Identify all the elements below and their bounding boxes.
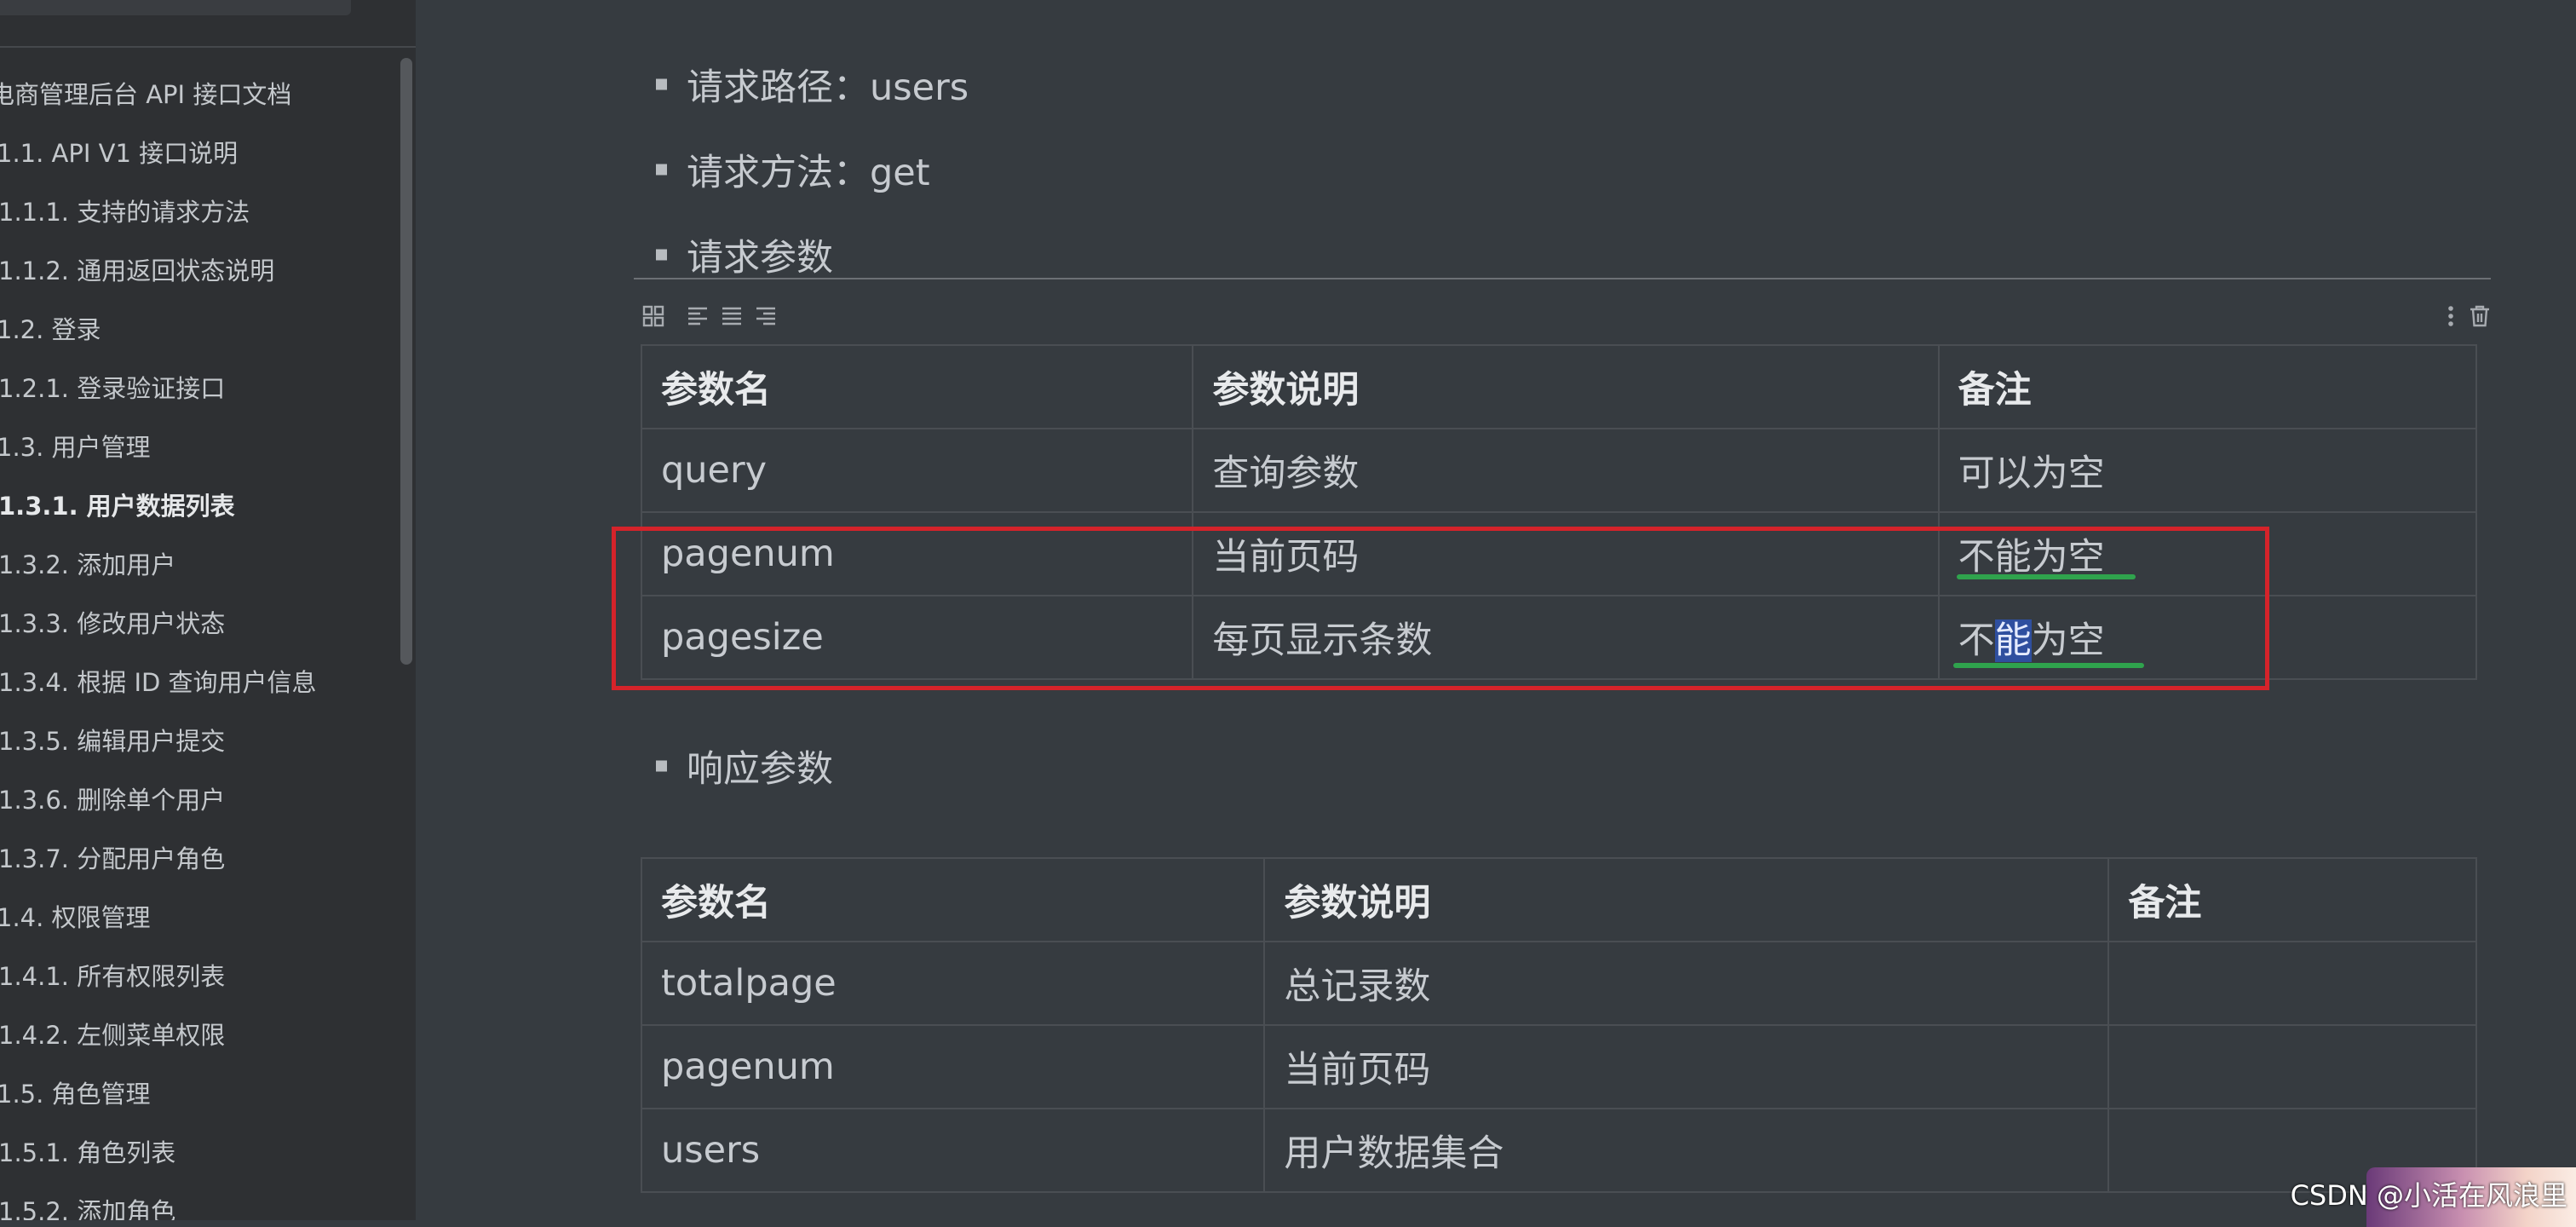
- table-header-row: 参数名 参数说明 备注: [640, 344, 2478, 429]
- align-center-icon[interactable]: [719, 303, 745, 329]
- outline-item[interactable]: 1.4.1. 所有权限列表: [0, 950, 392, 1009]
- align-left-icon[interactable]: [685, 303, 710, 329]
- sidebar-divider: [0, 46, 416, 48]
- outline-item[interactable]: 1.1. API V1 接口说明: [0, 127, 392, 186]
- outline-item[interactable]: 1.5.2. 添加角色: [0, 1185, 392, 1220]
- outline-item-active[interactable]: 1.3.1. 用户数据列表: [0, 480, 392, 539]
- cell-param-desc[interactable]: 当前页码: [1263, 1024, 2110, 1109]
- outline-item[interactable]: 1.1.1. 支持的请求方法: [0, 186, 392, 245]
- red-annotation-box: [612, 527, 2269, 690]
- cell-param-desc[interactable]: 总记录数: [1263, 941, 2110, 1026]
- csdn-watermark: CSDN @小活在风浪里: [2290, 1179, 2567, 1212]
- outline-item[interactable]: 1.3.7. 分配用户角色: [0, 832, 392, 891]
- header-param-name: 参数名: [640, 344, 1194, 429]
- cell-note[interactable]: [2107, 941, 2477, 1026]
- outline-item[interactable]: 1.3.2. 添加用户: [0, 539, 392, 597]
- outline-item[interactable]: 1.1.2. 通用返回状态说明: [0, 245, 392, 303]
- outline-item[interactable]: 1.3. 用户管理: [0, 421, 392, 480]
- cell-param-name[interactable]: query: [640, 428, 1194, 513]
- outline-item[interactable]: 1.3.6. 删除单个用户: [0, 774, 392, 832]
- align-right-icon[interactable]: [753, 303, 779, 329]
- cell-param-name[interactable]: pagenum: [640, 1024, 1266, 1109]
- outline-item[interactable]: 1.5.1. 角色列表: [0, 1126, 392, 1185]
- header-note: 备注: [1937, 344, 2478, 429]
- table-toolbar: [641, 300, 2491, 332]
- outline-item[interactable]: 1.3.3. 修改用户状态: [0, 597, 392, 656]
- cell-param-desc[interactable]: 用户数据集合: [1263, 1108, 2110, 1193]
- table-row: pagenum 当前页码: [640, 1024, 2477, 1109]
- sidebar-search-box[interactable]: [0, 0, 351, 15]
- cell-param-name[interactable]: totalpage: [640, 941, 1266, 1026]
- sidebar-outline: 电商管理后台 API 接口文档 1.1. API V1 接口说明 1.1.1. …: [0, 0, 416, 1220]
- cell-param-name[interactable]: users: [640, 1108, 1266, 1193]
- header-note: 备注: [2107, 857, 2477, 942]
- outline-item[interactable]: 1.2.1. 登录验证接口: [0, 362, 392, 421]
- editor-divider: [634, 278, 2491, 279]
- outline-item[interactable]: 电商管理后台 API 接口文档: [0, 68, 392, 127]
- table-header-row: 参数名 参数说明 备注: [640, 857, 2477, 942]
- cell-note[interactable]: [2107, 1024, 2477, 1109]
- table-row: users 用户数据集合: [640, 1108, 2477, 1193]
- table-row: totalpage 总记录数: [640, 941, 2477, 1026]
- header-param-name: 参数名: [640, 857, 1266, 942]
- table-grid-icon[interactable]: [641, 303, 666, 329]
- cell-param-desc[interactable]: 查询参数: [1192, 428, 1940, 513]
- outline-list: 电商管理后台 API 接口文档 1.1. API V1 接口说明 1.1.1. …: [0, 68, 392, 1220]
- outline-item[interactable]: 1.3.4. 根据 ID 查询用户信息: [0, 656, 392, 715]
- table-row: query 查询参数 可以为空: [640, 428, 2478, 513]
- bullet-request-params: 请求参数: [687, 228, 833, 281]
- outline-item[interactable]: 1.4.2. 左侧菜单权限: [0, 1009, 392, 1068]
- trash-icon[interactable]: [2467, 303, 2493, 329]
- document-content: 请求路径：users 请求方法：get 请求参数 参数名 参数说明 备注 que…: [416, 0, 2576, 1220]
- header-param-desc: 参数说明: [1263, 857, 2110, 942]
- cell-note[interactable]: 可以为空: [1937, 428, 2478, 513]
- more-vertical-icon[interactable]: [2438, 303, 2464, 329]
- bullet-response-params: 响应参数: [687, 740, 833, 792]
- response-params-table: 参数名 参数说明 备注 totalpage 总记录数 pagenum 当前页码 …: [640, 857, 2477, 1193]
- bullet-request-path: 请求路径：users: [687, 58, 969, 111]
- sidebar-scrollbar[interactable]: [400, 58, 412, 665]
- outline-item[interactable]: 1.2. 登录: [0, 303, 392, 362]
- outline-item[interactable]: 1.5. 角色管理: [0, 1068, 392, 1126]
- outline-item[interactable]: 1.4. 权限管理: [0, 891, 392, 950]
- header-param-desc: 参数说明: [1192, 344, 1940, 429]
- bullet-request-method: 请求方法：get: [687, 143, 930, 196]
- outline-item[interactable]: 1.3.5. 编辑用户提交: [0, 715, 392, 774]
